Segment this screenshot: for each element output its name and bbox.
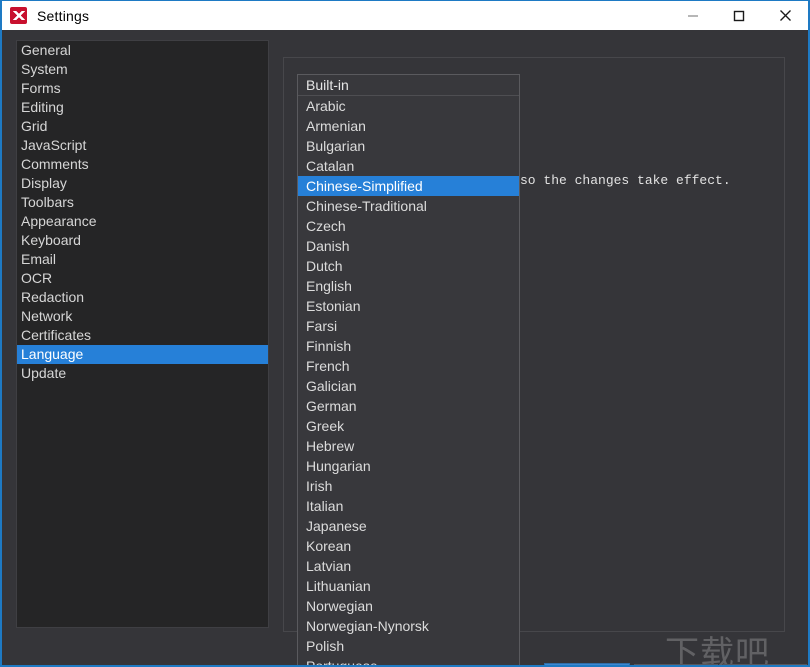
language-dropdown-list[interactable]: Built-in Arabic Armenian Bulgarian Catalan C… (297, 74, 520, 665)
dropdown-item-armenian[interactable]: Armenian (298, 116, 519, 136)
sidebar-item-forms[interactable]: Forms (17, 79, 268, 98)
sidebar-item-system[interactable]: System (17, 60, 268, 79)
dropdown-item-irish[interactable]: Irish (298, 476, 519, 496)
dropdown-item-galician[interactable]: Galician (298, 376, 519, 396)
dropdown-item-hebrew[interactable]: Hebrew (298, 436, 519, 456)
sidebar-item-certificates[interactable]: Certificates (17, 326, 268, 345)
close-icon[interactable] (762, 1, 808, 31)
sidebar-item-network[interactable]: Network (17, 307, 268, 326)
dropdown-item-korean[interactable]: Korean (298, 536, 519, 556)
window-controls (670, 1, 808, 31)
dropdown-item-chinese-simplified[interactable]: Chinese-Simplified (298, 176, 519, 196)
dropdown-item-catalan[interactable]: Catalan (298, 156, 519, 176)
dropdown-item-french[interactable]: French (298, 356, 519, 376)
settings-dialog-window: Settings so the changes take effect. Gen… (0, 0, 810, 667)
dropdown-group-header: Built-in (298, 75, 519, 96)
watermark-logo-text: 下载吧 (665, 634, 770, 667)
minimize-icon[interactable] (670, 1, 716, 31)
sidebar-item-redaction[interactable]: Redaction (17, 288, 268, 307)
dropdown-item-german[interactable]: German (298, 396, 519, 416)
dropdown-item-polish[interactable]: Polish (298, 636, 519, 656)
dropdown-item-norwegian-nynorsk[interactable]: Norwegian-Nynorsk (298, 616, 519, 636)
dropdown-item-estonian[interactable]: Estonian (298, 296, 519, 316)
sidebar-item-javascript[interactable]: JavaScript (17, 136, 268, 155)
settings-category-list[interactable]: General System Forms Editing Grid JavaScript C… (16, 40, 269, 628)
dropdown-item-japanese[interactable]: Japanese (298, 516, 519, 536)
restart-hint-text: so the changes take effect. (520, 173, 731, 188)
dropdown-item-portuguese[interactable]: Portuguese (298, 656, 519, 665)
dropdown-item-italian[interactable]: Italian (298, 496, 519, 516)
dropdown-item-dutch[interactable]: Dutch (298, 256, 519, 276)
sidebar-item-grid[interactable]: Grid (17, 117, 268, 136)
dropdown-item-danish[interactable]: Danish (298, 236, 519, 256)
dropdown-item-latvian[interactable]: Latvian (298, 556, 519, 576)
maximize-icon[interactable] (716, 1, 762, 31)
sidebar-item-editing[interactable]: Editing (17, 98, 268, 117)
dropdown-item-norwegian[interactable]: Norwegian (298, 596, 519, 616)
site-watermark: 下载吧 www.xiazaiba.com (665, 634, 805, 667)
sidebar-item-appearance[interactable]: Appearance (17, 212, 268, 231)
dropdown-item-farsi[interactable]: Farsi (298, 316, 519, 336)
sidebar-item-update[interactable]: Update (17, 364, 268, 383)
dropdown-item-arabic[interactable]: Arabic (298, 96, 519, 116)
dropdown-item-hungarian[interactable]: Hungarian (298, 456, 519, 476)
dropdown-item-english[interactable]: English (298, 276, 519, 296)
app-logo-icon (10, 7, 27, 24)
sidebar-item-display[interactable]: Display (17, 174, 268, 193)
dropdown-item-finnish[interactable]: Finnish (298, 336, 519, 356)
sidebar-item-ocr[interactable]: OCR (17, 269, 268, 288)
dialog-body: so the changes take effect. General Syste… (2, 30, 808, 665)
sidebar-item-email[interactable]: Email (17, 250, 268, 269)
dropdown-item-lithuanian[interactable]: Lithuanian (298, 576, 519, 596)
title-bar: Settings (2, 0, 808, 30)
sidebar-item-comments[interactable]: Comments (17, 155, 268, 174)
dropdown-item-czech[interactable]: Czech (298, 216, 519, 236)
sidebar-item-general[interactable]: General (17, 41, 268, 60)
sidebar-item-toolbars[interactable]: Toolbars (17, 193, 268, 212)
sidebar-item-language[interactable]: Language (17, 345, 268, 364)
window-title: Settings (37, 7, 90, 24)
dropdown-item-chinese-traditional[interactable]: Chinese-Traditional (298, 196, 519, 216)
dropdown-item-bulgarian[interactable]: Bulgarian (298, 136, 519, 156)
dropdown-item-greek[interactable]: Greek (298, 416, 519, 436)
sidebar-item-keyboard[interactable]: Keyboard (17, 231, 268, 250)
dropdown-items-container: Arabic Armenian Bulgarian Catalan Chinese-Si… (298, 96, 519, 665)
